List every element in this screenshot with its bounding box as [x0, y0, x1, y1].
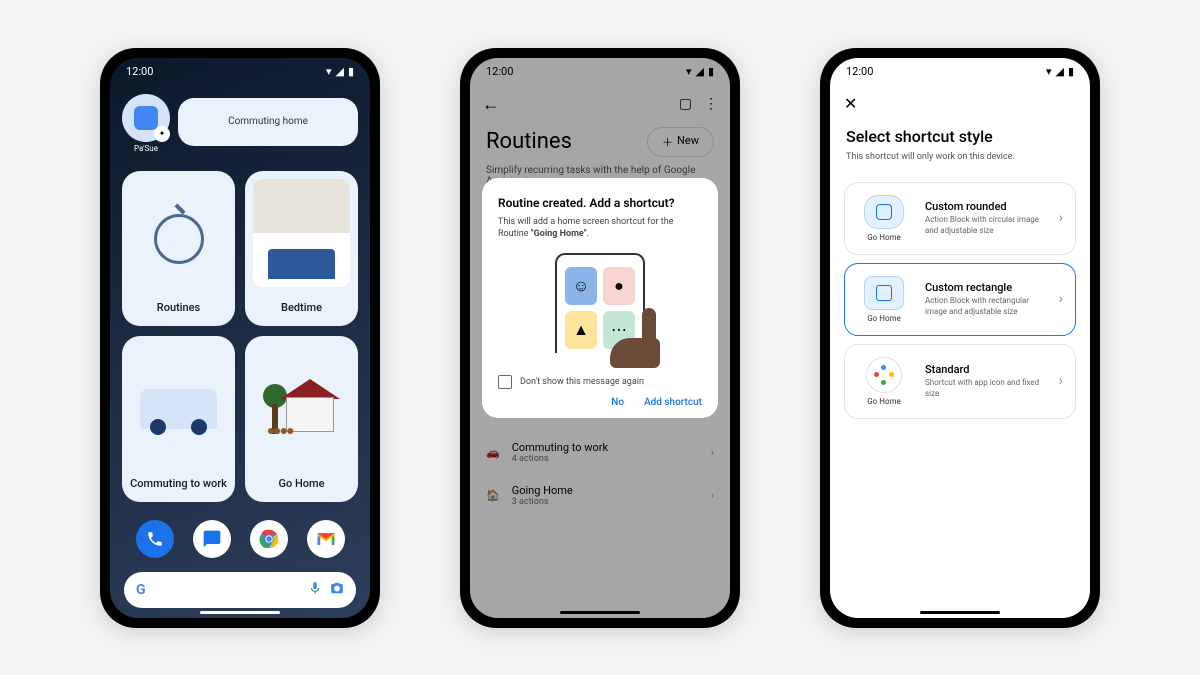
routines-icon [130, 183, 227, 296]
signal-icon: ◢ [335, 65, 343, 78]
commuting-home-label: Commuting home [228, 116, 308, 127]
bedtime-image [253, 179, 350, 288]
style-title: Custom rectangle [925, 281, 1045, 294]
screen: 12:00 ▾ ◢ ▮ ✦ Pa'Sue Commuting home [110, 58, 370, 618]
chevron-right-icon: › [1059, 210, 1063, 226]
status-bar: 12:00 ▾ ◢ ▮ [110, 58, 370, 86]
go-home-label: Go Home [279, 477, 325, 490]
gmail-app-icon[interactable] [307, 520, 345, 558]
status-bar: 12:00 ▾ ◢ ▮ [830, 58, 1090, 86]
style-preview: Go Home [857, 357, 911, 406]
chrome-app-icon[interactable] [250, 520, 288, 558]
bedtime-label: Bedtime [281, 301, 322, 314]
messages-app-icon[interactable] [193, 520, 231, 558]
select-style-header: ✕ [830, 86, 1090, 121]
phone-routines-dialog: ← ▢ ⋮ Routines ＋ New Simplify recurring … [460, 48, 740, 628]
search-bar[interactable]: G [124, 572, 356, 608]
style-title: Standard [925, 363, 1045, 376]
status-time: 12:00 [846, 65, 873, 78]
page-title: Select shortcut style [830, 121, 1090, 148]
style-preview: Go Home [857, 276, 911, 323]
home-indicator[interactable] [920, 611, 1000, 614]
car-icon [130, 348, 227, 471]
add-shortcut-dialog: Routine created. Add a shortcut? This wi… [482, 178, 718, 418]
signal-icon: ◢ [1055, 65, 1063, 78]
widget-grid: Routines Bedtime Commuting to work ●●●● [110, 161, 370, 512]
phone-app-icon[interactable] [136, 520, 174, 558]
no-button[interactable]: No [611, 397, 624, 408]
folder-label: Pa'Sue [122, 144, 170, 153]
commuting-to-work-label: Commuting to work [130, 477, 227, 490]
style-preview: Go Home [857, 195, 911, 242]
camera-icon[interactable] [330, 580, 344, 599]
google-logo-icon: G [136, 582, 146, 598]
style-option-standard[interactable]: Go Home Standard Shortcut with app icon … [844, 344, 1076, 419]
preview-label: Go Home [867, 233, 901, 242]
preview-shape-rounded-icon [864, 195, 904, 229]
style-title: Custom rounded [925, 200, 1045, 213]
mic-icon[interactable] [308, 580, 322, 599]
wifi-icon: ▾ [1046, 65, 1052, 78]
commuting-to-work-widget[interactable]: Commuting to work [122, 336, 235, 502]
folder-app-icon [134, 106, 158, 130]
style-desc: Action Block with rectangular image and … [925, 296, 1045, 317]
phone-select-style: 12:00 ▾ ◢ ▮ ✕ Select shortcut style This… [820, 48, 1100, 628]
home-top-row: ✦ Pa'Sue Commuting home [110, 86, 370, 161]
battery-icon: ▮ [348, 65, 354, 78]
folder-container: ✦ Pa'Sue [122, 94, 170, 153]
commuting-home-widget[interactable]: Commuting home [178, 98, 358, 146]
preview-label: Go Home [867, 397, 901, 406]
phone-home-screen: 12:00 ▾ ◢ ▮ ✦ Pa'Sue Commuting home [100, 48, 380, 628]
assistant-badge-icon: ✦ [154, 126, 170, 142]
dock [110, 512, 370, 566]
style-desc: Action Block with circular image and adj… [925, 215, 1045, 236]
add-shortcut-button[interactable]: Add shortcut [644, 397, 702, 408]
checkbox-label: Don't show this message again [520, 377, 644, 387]
dialog-text: This will add a home screen shortcut for… [498, 216, 702, 241]
house-icon: ●●●● [253, 348, 350, 471]
page-subtitle: This shortcut will only work on this dev… [830, 148, 1090, 174]
bedtime-widget[interactable]: Bedtime [245, 171, 358, 327]
preview-shape-rectangle-icon [864, 276, 904, 310]
dialog-actions: No Add shortcut [498, 397, 702, 408]
assistant-icon [874, 365, 894, 385]
status-icons: ▾ ◢ ▮ [1046, 65, 1074, 78]
wifi-icon: ▾ [326, 65, 332, 78]
routines-widget[interactable]: Routines [122, 171, 235, 327]
go-home-widget[interactable]: ●●●● Go Home [245, 336, 358, 502]
battery-icon: ▮ [1068, 65, 1074, 78]
routines-label: Routines [157, 301, 200, 314]
style-desc: Shortcut with app icon and fixed size [925, 378, 1045, 399]
screen: ← ▢ ⋮ Routines ＋ New Simplify recurring … [470, 58, 730, 618]
close-icon[interactable]: ✕ [844, 94, 857, 113]
dont-show-checkbox-row[interactable]: Don't show this message again [498, 375, 702, 389]
status-icons: ▾ ◢ ▮ [326, 65, 354, 78]
chevron-right-icon: › [1059, 291, 1063, 307]
style-option-custom-rounded[interactable]: Go Home Custom rounded Action Block with… [844, 182, 1076, 255]
style-option-custom-rectangle[interactable]: Go Home Custom rectangle Action Block wi… [844, 263, 1076, 336]
checkbox-icon[interactable] [498, 375, 512, 389]
chevron-right-icon: › [1059, 373, 1063, 389]
dialog-title: Routine created. Add a shortcut? [498, 196, 702, 210]
dialog-illustration: ☺ ● ▲ ⋯ [530, 253, 670, 363]
home-indicator[interactable] [200, 611, 280, 614]
preview-label: Go Home [867, 314, 901, 323]
preview-shape-circle-icon [866, 357, 902, 393]
folder-icon[interactable]: ✦ [122, 94, 170, 142]
status-time: 12:00 [126, 65, 153, 78]
screen: 12:00 ▾ ◢ ▮ ✕ Select shortcut style This… [830, 58, 1090, 618]
